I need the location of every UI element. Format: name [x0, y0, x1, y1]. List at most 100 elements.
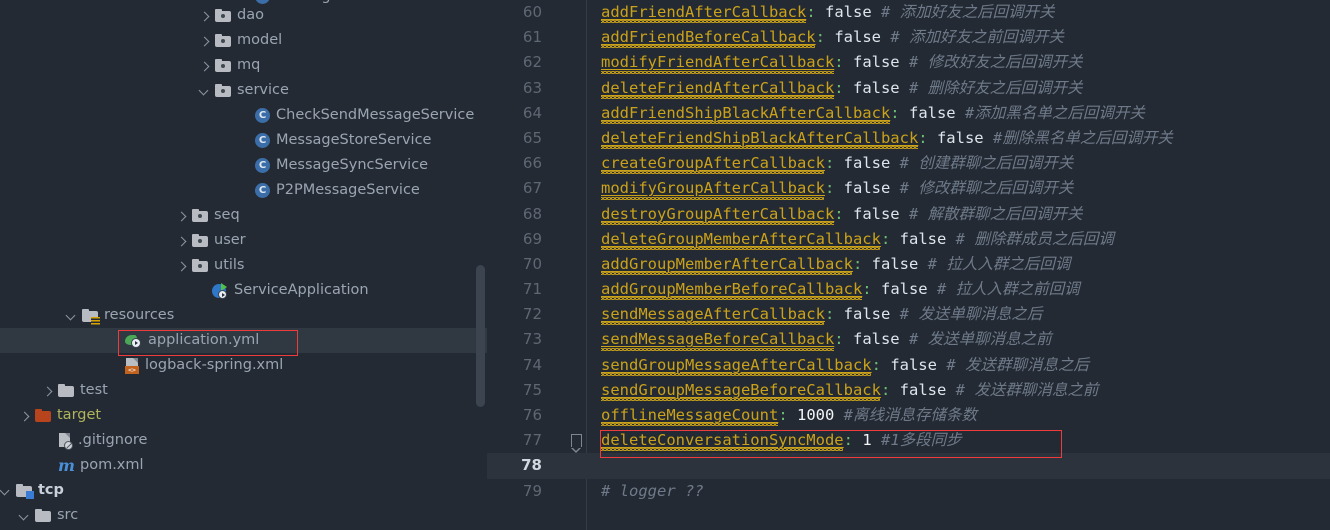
code-line[interactable]: 68 destroyGroupAfterCallback: false # 解散群… [487, 202, 1330, 227]
yaml-colon: : [824, 305, 835, 324]
tree-item-label: .gitignore [78, 432, 148, 448]
tree-item-label: utils [214, 257, 245, 273]
yaml-key: modifyGroupAfterCallback [601, 179, 825, 198]
chevron-down-icon[interactable] [66, 310, 78, 322]
code-editor[interactable]: 60 addFriendAfterCallback: false # 添加好友之后… [487, 0, 1330, 530]
yaml-value: false [843, 154, 891, 173]
tree-item-tcp[interactable]: tcp [0, 478, 487, 503]
chevron-right-icon[interactable] [199, 10, 211, 22]
code-line[interactable]: 60 addFriendAfterCallback: false # 添加好友之后… [487, 0, 1330, 25]
code-comment: # 发送单聊消息之前 [909, 330, 1052, 349]
yaml-key: deleteFriendShipBlackAfterCallback [601, 128, 919, 147]
yaml-key: addFriendAfterCallback [601, 3, 807, 21]
tree-item-checksendmessageservice[interactable]: C CheckSendMessageService [0, 103, 487, 128]
code-line[interactable]: 74 sendGroupMessageAfterCallback: false #… [487, 353, 1330, 378]
line-number: 72 [522, 305, 542, 324]
chevron-down-icon[interactable] [0, 485, 12, 497]
yaml-value: false [843, 305, 891, 324]
code-line[interactable]: 76 offlineMessageCount: 1000 #离线消息存储条数 [487, 403, 1330, 428]
yaml-colon: : [834, 330, 844, 349]
chevron-right-icon[interactable] [176, 210, 188, 222]
chevron-right-icon[interactable] [42, 385, 54, 397]
yaml-colon: : [806, 3, 816, 21]
chevron-right-icon[interactable] [176, 235, 188, 247]
yaml-key: addFriendBeforeCallback [601, 28, 816, 47]
tree-item-resources[interactable]: resources [0, 303, 487, 328]
tree-item-seq[interactable]: seq [0, 203, 487, 228]
tree-item-logback-spring-xml[interactable]: <> logback-spring.xml [0, 353, 487, 378]
tree-item-label: resources [104, 307, 175, 323]
code-line[interactable]: 77 deleteConversationSyncMode: 1 #1多段同步 [487, 428, 1330, 454]
tree-item-p2pmessageservice[interactable]: C P2PMessageService [0, 178, 487, 203]
tree-item-serviceapplication[interactable]: ServiceApplication [0, 278, 487, 303]
chevron-right-icon[interactable] [199, 60, 211, 72]
project-tree-list[interactable]: CMessageControllerdaomodelmqserviceCChec… [0, 0, 487, 528]
folder-icon-plain [35, 509, 51, 522]
bookmark-icon[interactable] [570, 434, 582, 454]
code-line-text: deleteConversationSyncMode: 1 #1多段同步 [601, 428, 962, 453]
spellcheck-squiggle [601, 372, 871, 376]
yaml-key: sendGroupMessageBeforeCallback [601, 380, 881, 399]
code-comment: # 创建群聊之后回调开关 [899, 154, 1074, 173]
tree-item-mq[interactable]: mq [0, 53, 487, 78]
code-line[interactable]: 63 deleteFriendAfterCallback: false # 删除好… [487, 76, 1330, 101]
tree-item-utils[interactable]: utils [0, 253, 487, 278]
spellcheck-squiggle [601, 448, 843, 452]
tree-item-service[interactable]: service [0, 78, 487, 103]
chevron-right-icon[interactable] [19, 410, 31, 422]
chevron-right-icon[interactable] [176, 260, 188, 272]
code-line[interactable]: 73 sendMessageBeforeCallback: false # 发送单… [487, 327, 1330, 352]
code-lines[interactable]: 60 addFriendAfterCallback: false # 添加好友之后… [487, 0, 1330, 504]
yaml-key: sendGroupMessageAfterCallback [601, 355, 872, 374]
code-line[interactable]: 62 modifyFriendAfterCallback: false # 修改好… [487, 50, 1330, 75]
code-line[interactable]: 65 deleteFriendShipBlackAfterCallback: fa… [487, 126, 1330, 151]
line-number: 62 [522, 53, 542, 72]
tree-item-messagestoreservice[interactable]: C MessageStoreService [0, 128, 487, 153]
code-line[interactable]: 78 [487, 453, 1330, 479]
chevron-right-icon[interactable] [199, 35, 211, 47]
project-tree-panel[interactable]: CMessageControllerdaomodelmqserviceCChec… [0, 0, 487, 530]
code-line[interactable]: 70 addGroupMemberAfterCallback: false # 拉… [487, 252, 1330, 277]
tree-item-dao[interactable]: dao [0, 3, 487, 28]
ide-window: CMessageControllerdaomodelmqserviceCChec… [0, 0, 1330, 530]
code-line[interactable]: 79 # logger ?? [487, 479, 1330, 504]
yaml-value: false [899, 380, 947, 399]
gitignore-file-icon [58, 432, 73, 450]
line-number: 63 [522, 78, 542, 97]
tree-item-test[interactable]: test [0, 378, 487, 403]
yaml-colon: : [880, 229, 891, 248]
spellcheck-squiggle [601, 171, 824, 175]
folder-icon [192, 259, 208, 272]
code-line[interactable]: 72 sendMessageAfterCallback: false # 发送单聊… [487, 302, 1330, 327]
code-line[interactable]: 75 sendGroupMessageBeforeCallback: false … [487, 378, 1330, 403]
class-icon: C [255, 133, 270, 148]
chevron-down-icon[interactable] [199, 85, 211, 97]
tree-item-pom-xml[interactable]: m pom.xml [0, 453, 487, 478]
folder-icon [192, 209, 208, 222]
code-line-text: # logger ?? [601, 479, 704, 504]
code-line-text: sendMessageBeforeCallback: false # 发送单聊消… [601, 327, 1052, 352]
yaml-value: false [871, 254, 919, 273]
tree-item-label: seq [214, 207, 240, 223]
tree-item-user[interactable]: user [0, 228, 487, 253]
tree-item-target[interactable]: target [0, 403, 487, 428]
code-line[interactable]: 64 addFriendShipBlackAfterCallback: false… [487, 101, 1330, 126]
sidebar-scrollbar[interactable] [476, 265, 485, 407]
chevron-down-icon[interactable] [19, 510, 31, 522]
code-line[interactable]: 66 createGroupAfterCallback: false # 创建群聊… [487, 151, 1330, 176]
line-number: 78 [521, 456, 542, 475]
code-line[interactable]: 71 addGroupMemberBeforeCallback: false # … [487, 277, 1330, 302]
yaml-colon: : [862, 280, 872, 299]
tree-item-messagesyncservice[interactable]: C MessageSyncService [0, 153, 487, 178]
code-line[interactable]: 67 modifyGroupAfterCallback: false # 修改群聊… [487, 176, 1330, 201]
tree-item-model[interactable]: model [0, 28, 487, 53]
tree-item-application-yml[interactable]: application.yml [0, 328, 487, 353]
code-comment: # 修改好友之后回调开关 [909, 53, 1083, 72]
yaml-value: 1 [862, 431, 872, 450]
code-line[interactable]: 61 addFriendBeforeCallback: false # 添加好友之… [487, 25, 1330, 50]
tree-item--gitignore[interactable]: .gitignore [0, 428, 487, 453]
code-line[interactable]: 69 deleteGroupMemberAfterCallback: false … [487, 227, 1330, 252]
tree-item-src[interactable]: src [0, 503, 487, 528]
